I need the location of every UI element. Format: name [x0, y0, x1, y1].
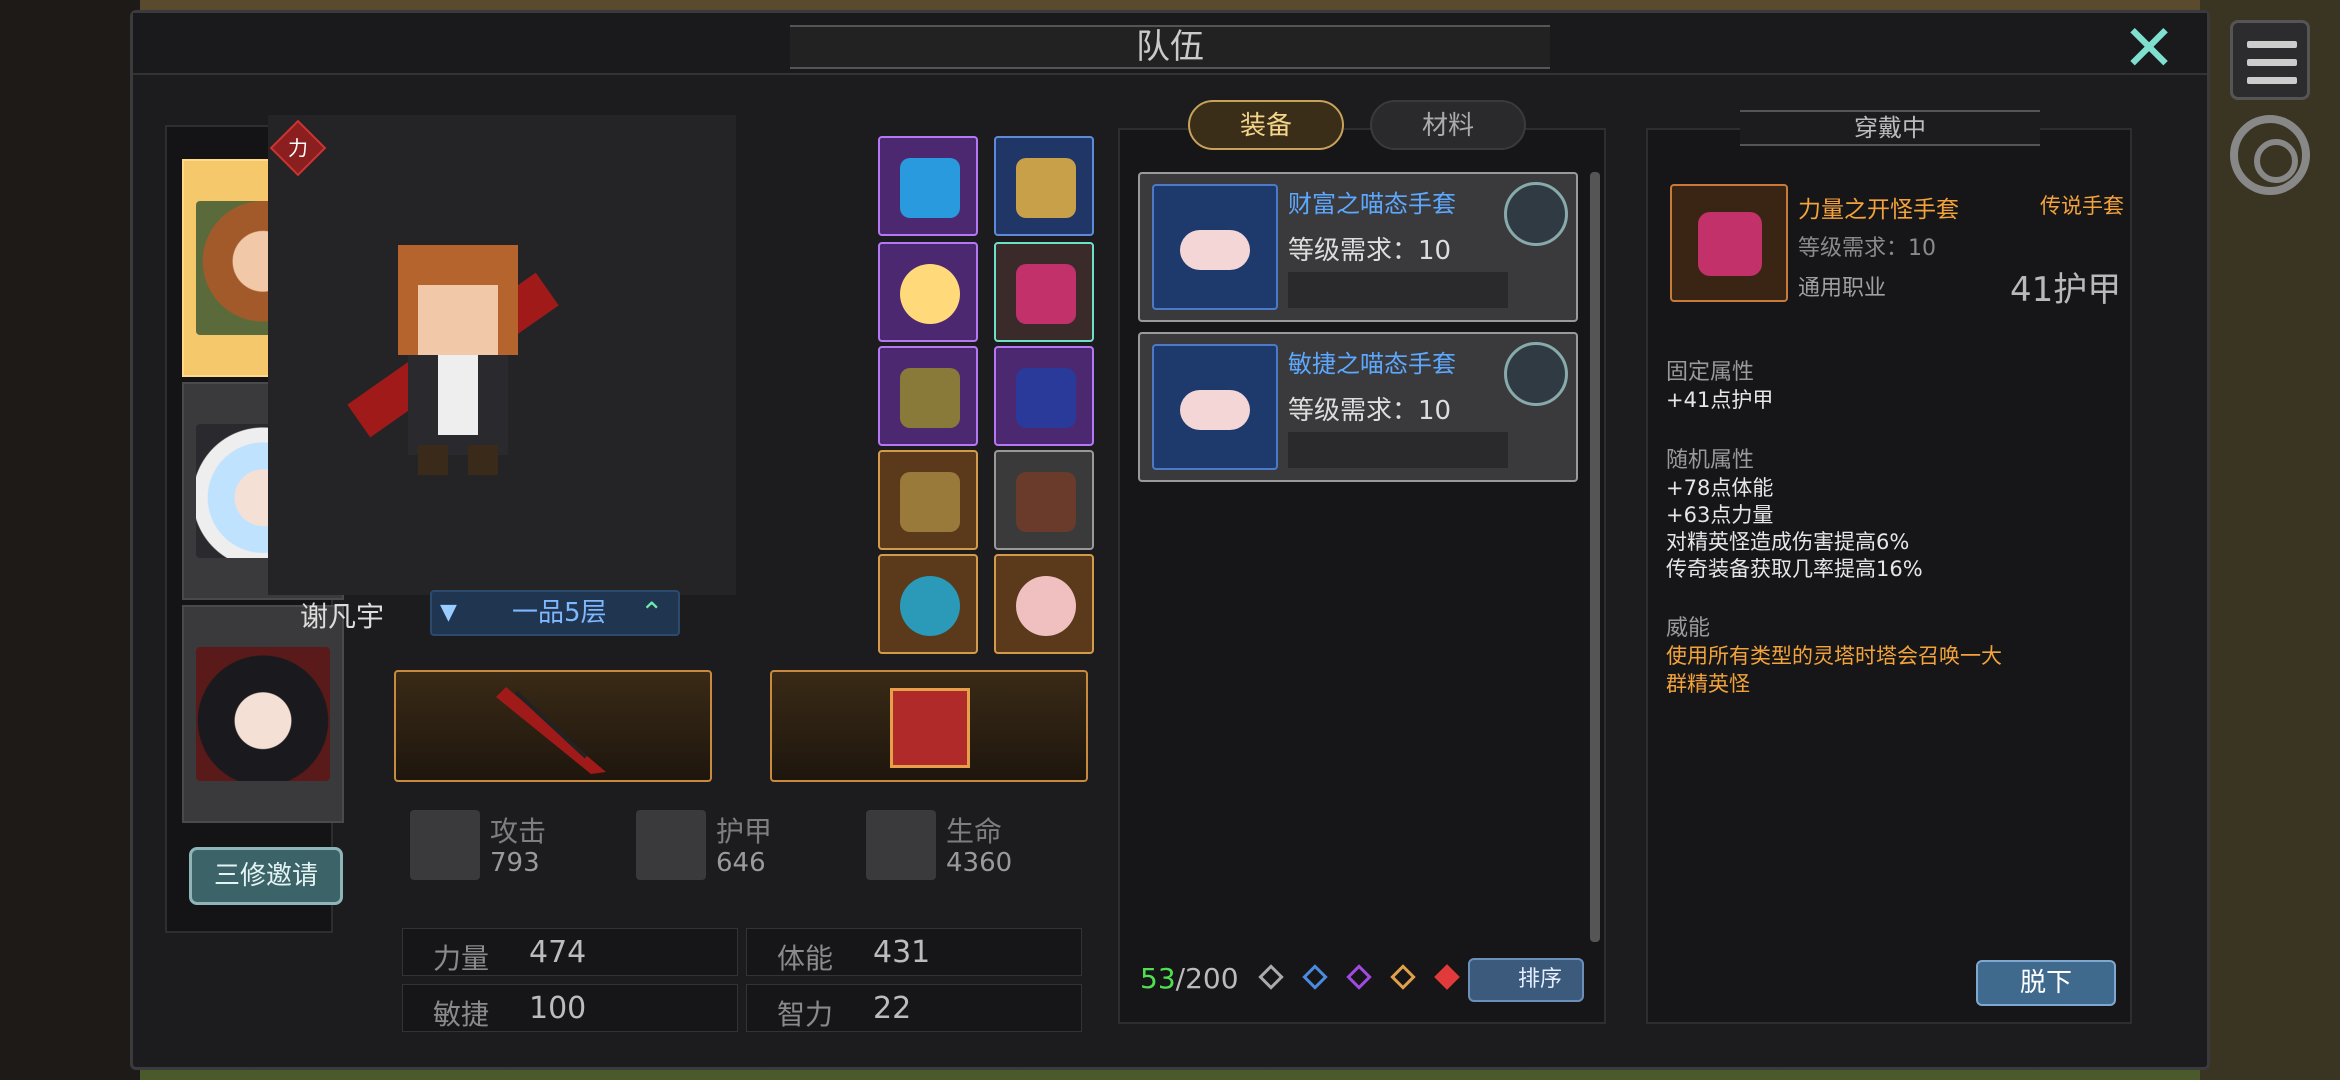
helmet-icon	[900, 158, 960, 218]
rank-icon: ▼	[440, 600, 457, 625]
seal-slot[interactable]	[770, 670, 1088, 782]
glove-icon	[1152, 184, 1278, 310]
equip-slot-boots[interactable]	[994, 450, 1094, 550]
bag-count: 53/200	[1140, 962, 1239, 995]
feather-blade-icon	[496, 687, 606, 774]
equip-slot-armor[interactable]	[878, 346, 978, 446]
sword-icon	[410, 810, 480, 880]
item-name: 财富之喵态手套	[1288, 190, 1456, 218]
detail-type: 传说手套	[2040, 194, 2124, 218]
equip-slot-amulet[interactable]	[878, 554, 978, 654]
swirl-icon[interactable]	[2230, 115, 2310, 195]
compare-badges	[1288, 432, 1508, 468]
inventory-scrollbar[interactable]	[1590, 172, 1600, 942]
detail-class: 通用职业	[1798, 276, 1887, 301]
belt-icon	[900, 472, 960, 532]
power-line: 群精英怪	[1666, 672, 1750, 696]
heart-icon	[866, 810, 936, 880]
equip-slot-chest[interactable]	[994, 346, 1094, 446]
random-attr-line: +63点力量	[1666, 503, 1774, 527]
chest-icon	[1016, 368, 1076, 428]
title-bar: 队伍 ✕	[133, 13, 2207, 81]
equip-slot-head[interactable]	[994, 136, 1094, 236]
attr-stamina: 体能 431	[746, 928, 1082, 976]
equip-slot-gloves[interactable]	[994, 242, 1094, 342]
character-name: 谢凡宇	[300, 600, 385, 633]
amulet-icon	[900, 576, 960, 636]
attr-strength: 力量 474	[402, 928, 738, 976]
attr-agility: 敏捷 100	[402, 984, 738, 1032]
orb-icon	[900, 264, 960, 324]
armor-type-icon	[1504, 182, 1568, 246]
inventory-item[interactable]: 敏捷之喵态手套 等级需求：10	[1138, 332, 1578, 482]
seal-icon	[890, 688, 970, 768]
menu-icon	[2247, 41, 2297, 48]
power-line: 使用所有类型的灵塔时塔会召唤一大	[1666, 644, 2002, 668]
rank-up-icon[interactable]: ⌃	[640, 596, 663, 629]
takeoff-button[interactable]: 脱下	[1976, 960, 2116, 1006]
ring-icon	[1016, 576, 1076, 636]
character-sprite	[347, 245, 559, 475]
stat-armor: 护甲 646	[636, 810, 786, 890]
glove-icon	[1016, 264, 1076, 324]
compare-badges	[1288, 272, 1508, 308]
item-requirement: 等级需求：10	[1288, 236, 1452, 266]
stats-row: 攻击 793 护甲 646 生命 4360	[262, 810, 1012, 910]
fixed-attr-line: +41点护甲	[1666, 388, 1774, 412]
wearing-header: 穿戴中	[1740, 110, 2040, 146]
random-attr-title: 随机属性	[1666, 448, 1755, 473]
hero-portrait	[196, 647, 330, 781]
close-icon[interactable]: ✕	[2119, 17, 2179, 81]
inventory-item[interactable]: 财富之喵态手套 等级需求：10	[1138, 172, 1578, 322]
fixed-attr-title: 固定属性	[1666, 360, 1755, 385]
random-attr-line: +78点体能	[1666, 476, 1774, 500]
equip-slot-ring[interactable]	[994, 554, 1094, 654]
menu-button[interactable]	[2230, 20, 2310, 100]
stat-life: 生命 4360	[866, 810, 1016, 890]
weapon-slot[interactable]	[394, 670, 712, 782]
armor-type-icon	[1504, 342, 1568, 406]
detail-armor: 41护甲	[2010, 270, 2122, 310]
strength-tag: 力	[288, 136, 308, 160]
stat-attack: 攻击 793	[410, 810, 560, 890]
detail-requirement: 等级需求：10	[1798, 236, 1936, 261]
tab-materials[interactable]: 材料	[1370, 100, 1526, 150]
window-title: 队伍	[790, 25, 1550, 69]
shield-icon	[636, 810, 706, 880]
glove-icon	[1670, 184, 1788, 302]
boots-icon	[1016, 472, 1076, 532]
equip-slot-helmet[interactable]	[878, 136, 978, 236]
hero-card-3[interactable]	[182, 605, 344, 823]
glove-icon	[1152, 344, 1278, 470]
item-name: 敏捷之喵态手套	[1288, 350, 1456, 378]
character-preview	[268, 115, 736, 595]
item-requirement: 等级需求：10	[1288, 396, 1452, 426]
random-attr-line: 对精英怪造成伤害提高6%	[1666, 530, 1910, 554]
equip-slot-orb[interactable]	[878, 242, 978, 342]
left-hud	[0, 0, 140, 1080]
equip-slot-belt[interactable]	[878, 450, 978, 550]
random-attr-line: 传奇装备获取几率提高16%	[1666, 557, 1923, 581]
tab-equipment[interactable]: 装备	[1188, 100, 1344, 150]
hood-icon	[1016, 158, 1076, 218]
attr-intelligence: 智力 22	[746, 984, 1082, 1032]
sort-button[interactable]: 排序	[1468, 958, 1584, 1002]
power-title: 威能	[1666, 616, 1711, 641]
armor-icon	[900, 368, 960, 428]
detail-name: 力量之开怪手套	[1798, 197, 1959, 223]
